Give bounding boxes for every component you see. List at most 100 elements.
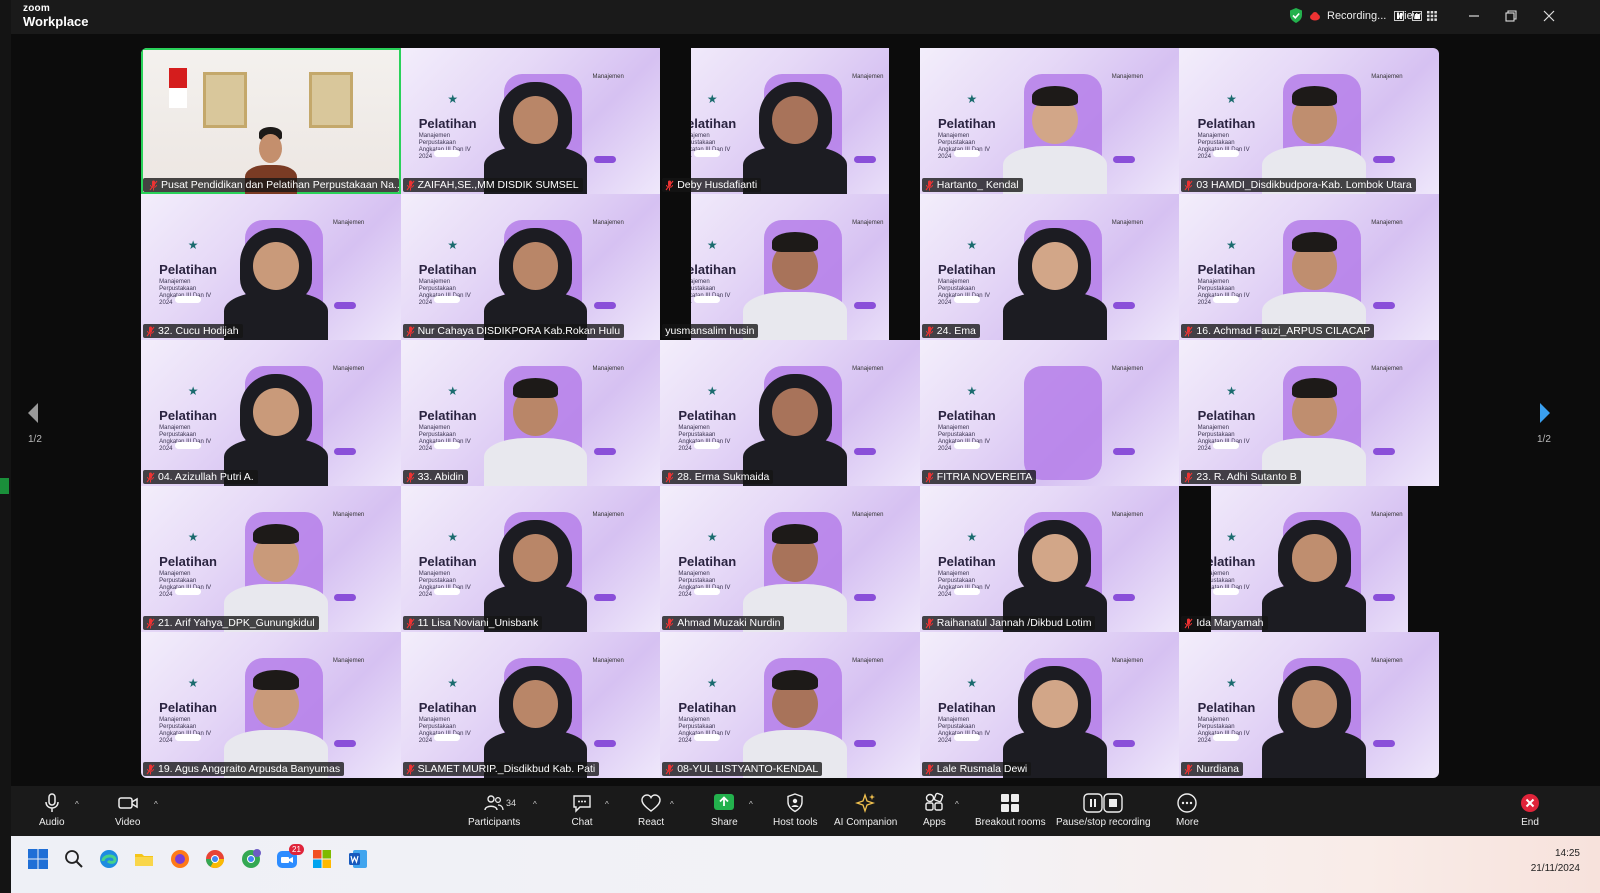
audio-button[interactable]: Audio: [39, 792, 65, 828]
participant-video: [743, 664, 848, 778]
participants-options-caret-icon[interactable]: ^: [533, 800, 537, 809]
muted-microphone-icon: [406, 180, 415, 190]
restore-icon[interactable]: [1503, 8, 1519, 24]
security-shield-icon[interactable]: [1289, 8, 1303, 23]
participant-tile[interactable]: ★ Pelatihan Manajemen Perpustakaan Angkata…: [660, 632, 920, 778]
background-subtitle: Manajemen Perpustakaan Angkatan III Dan …: [418, 132, 471, 161]
react-options-caret-icon[interactable]: ^: [670, 800, 674, 809]
background-subtitle: Manajemen Perpustakaan Angkatan III Dan …: [1197, 424, 1250, 453]
ai-sparkle-icon: [854, 792, 875, 814]
participant-name: SLAMET MURIP._Disdikbud Kab. Pati: [417, 763, 596, 775]
participant-name: 28. Erma Sukmaida: [677, 471, 770, 483]
page-indicator-right: 1/2: [1537, 434, 1551, 445]
participant-tile[interactable]: ★ Pelatihan Manajemen Perpustakaan Angkata…: [1179, 340, 1439, 486]
participant-tile[interactable]: ★ Pelatihan Manajemen Perpustakaan Angkata…: [1179, 48, 1439, 194]
participant-tile[interactable]: ★ Pelatihan Manajemen Perpustakaan Angkata…: [919, 632, 1180, 778]
participant-tile[interactable]: ★ Pelatihan Manajemen Perpustakaan Angkata…: [919, 486, 1180, 632]
background-pill: [853, 594, 876, 602]
share-button[interactable]: Share: [711, 792, 738, 828]
heart-react-icon: [641, 794, 661, 812]
minimize-icon[interactable]: [1466, 8, 1482, 24]
react-button[interactable]: React: [638, 792, 664, 828]
share-options-caret-icon[interactable]: ^: [749, 800, 753, 809]
participant-tile[interactable]: ★ Pelatihan Manajemen Perpustakaan Angkata…: [660, 48, 920, 194]
participant-tile[interactable]: ★ Pelatihan Manajemen Perpustakaan Angkata…: [400, 340, 661, 486]
logo-star-icon: ★: [966, 529, 978, 544]
participant-tile[interactable]: ★ Pelatihan Manajemen Perpustakaan Angkata…: [400, 194, 661, 340]
audio-options-caret-icon[interactable]: ^: [75, 800, 79, 809]
pause-stop-recording-button[interactable]: Pause/stop recording: [1056, 792, 1151, 828]
participant-tile[interactable]: ★ Pelatihan Manajemen Perpustakaan Angkata…: [919, 340, 1180, 486]
system-clock[interactable]: 14:25 21/11/2024: [1531, 846, 1580, 876]
background-pill: [1113, 594, 1136, 602]
background-headline: Pelatihan: [678, 553, 737, 569]
host-tools-button[interactable]: Host tools: [773, 792, 817, 828]
participants-icon: [484, 795, 504, 811]
chrome-icon[interactable]: [204, 848, 226, 870]
search-icon[interactable]: [63, 848, 85, 870]
participant-tile[interactable]: ★ Pelatihan Manajemen Perpustakaan Angkata…: [141, 632, 401, 778]
more-button[interactable]: More: [1176, 792, 1199, 828]
audio-label: Audio: [39, 817, 65, 828]
participant-tile[interactable]: ★ Pelatihan Manajemen Perpustakaan Angkata…: [919, 48, 1180, 194]
pause-stop-recording-icon: [1083, 793, 1123, 813]
firefox-icon[interactable]: [169, 848, 191, 870]
participant-tile[interactable]: ★ Pelatihan Manajemen Perpustakaan Angkata…: [919, 194, 1180, 340]
microsoft-word-icon[interactable]: [347, 848, 369, 870]
participant-name-label: 11 Lisa Noviani_Unisbank: [402, 616, 543, 630]
participant-tile[interactable]: ★ Pelatihan Manajemen Perpustakaan Angkata…: [1179, 632, 1439, 778]
file-explorer-icon[interactable]: [133, 848, 155, 870]
participant-name: Nur Cahaya DISDIKPORA Kab.Rokan Hulu: [417, 325, 621, 337]
participant-video: [1002, 226, 1107, 340]
background-pill: [434, 442, 461, 450]
participant-tile[interactable]: Pusat Pendidikan dan Pelatihan Perpustak…: [141, 48, 401, 194]
participant-tile[interactable]: ★ Pelatihan Manajemen Perpustakaan Angkata…: [400, 632, 661, 778]
participant-tile[interactable]: ★ Pelatihan Manajemen Perpustakaan Angkata…: [1179, 486, 1439, 632]
background-pill: [334, 448, 357, 456]
background-pill: [953, 734, 980, 742]
microsoft-store-icon[interactable]: [311, 848, 333, 870]
participant-tile[interactable]: ★ Pelatihan Manajemen Perpustakaan Angkata…: [400, 486, 661, 632]
background-headline: Pelatihan: [678, 407, 737, 423]
muted-microphone-icon: [925, 764, 934, 774]
background-pill: [1372, 156, 1395, 164]
clock-time: 14:25: [1554, 848, 1580, 859]
previous-page-arrow-icon[interactable]: [26, 402, 40, 424]
ai-companion-button[interactable]: AI Companion: [834, 792, 897, 828]
video-label: Video: [115, 817, 141, 828]
participant-tile[interactable]: ★ Pelatihan Manajemen Perpustakaan Angkata…: [660, 340, 920, 486]
end-meeting-icon: [1521, 794, 1539, 812]
background-pill: [1113, 740, 1136, 748]
apps-button[interactable]: Apps: [923, 792, 946, 828]
participant-tile[interactable]: ★ Pelatihan Manajemen Perpustakaan Angkata…: [660, 486, 920, 632]
video-button[interactable]: Video: [115, 792, 140, 828]
logo-star-icon: ★: [966, 91, 978, 106]
next-page-arrow-icon[interactable]: [1538, 402, 1552, 424]
more-dots-icon: [1177, 793, 1198, 813]
participant-tile[interactable]: ★ Pelatihan Manajemen Perpustakaan Angkata…: [660, 194, 920, 340]
chrome-profile-icon[interactable]: [240, 848, 262, 870]
participant-video: [483, 372, 588, 486]
background-headline: Pelatihan: [937, 407, 996, 423]
participant-tile[interactable]: ★ Pelatihan Manajemen Perpustakaan Angkata…: [400, 48, 661, 194]
view-button[interactable]: View: [1397, 10, 1437, 22]
participant-tile[interactable]: ★ Pelatihan Manajemen Perpustakaan Angkata…: [1179, 194, 1439, 340]
chat-options-caret-icon[interactable]: ^: [605, 800, 609, 809]
background-pill: [434, 588, 461, 596]
participant-tile[interactable]: ★ Pelatihan Manajemen Perpustakaan Angkata…: [141, 340, 401, 486]
breakout-rooms-button[interactable]: Breakout rooms: [975, 792, 1046, 828]
apps-options-caret-icon[interactable]: ^: [955, 800, 959, 809]
windows-start-icon[interactable]: [27, 848, 49, 870]
participant-tile[interactable]: ★ Pelatihan Manajemen Perpustakaan Angkata…: [141, 194, 401, 340]
participant-tile[interactable]: ★ Pelatihan Manajemen Perpustakaan Angkata…: [141, 486, 401, 632]
participant-name: Ahmad Muzaki Nurdin: [677, 617, 781, 629]
background-right-title: Manajemen: [332, 658, 365, 665]
end-meeting-button[interactable]: End: [1519, 792, 1541, 828]
background-headline: Pelatihan: [1197, 553, 1256, 569]
chat-button[interactable]: Chat: [571, 792, 593, 828]
participant-name-label: 04. Azizullah Putri A.: [143, 470, 258, 484]
participant-name-label: 32. Cucu Hodijah: [143, 324, 243, 338]
edge-browser-icon[interactable]: [98, 848, 120, 870]
close-icon[interactable]: [1541, 8, 1557, 24]
video-options-caret-icon[interactable]: ^: [154, 800, 158, 809]
